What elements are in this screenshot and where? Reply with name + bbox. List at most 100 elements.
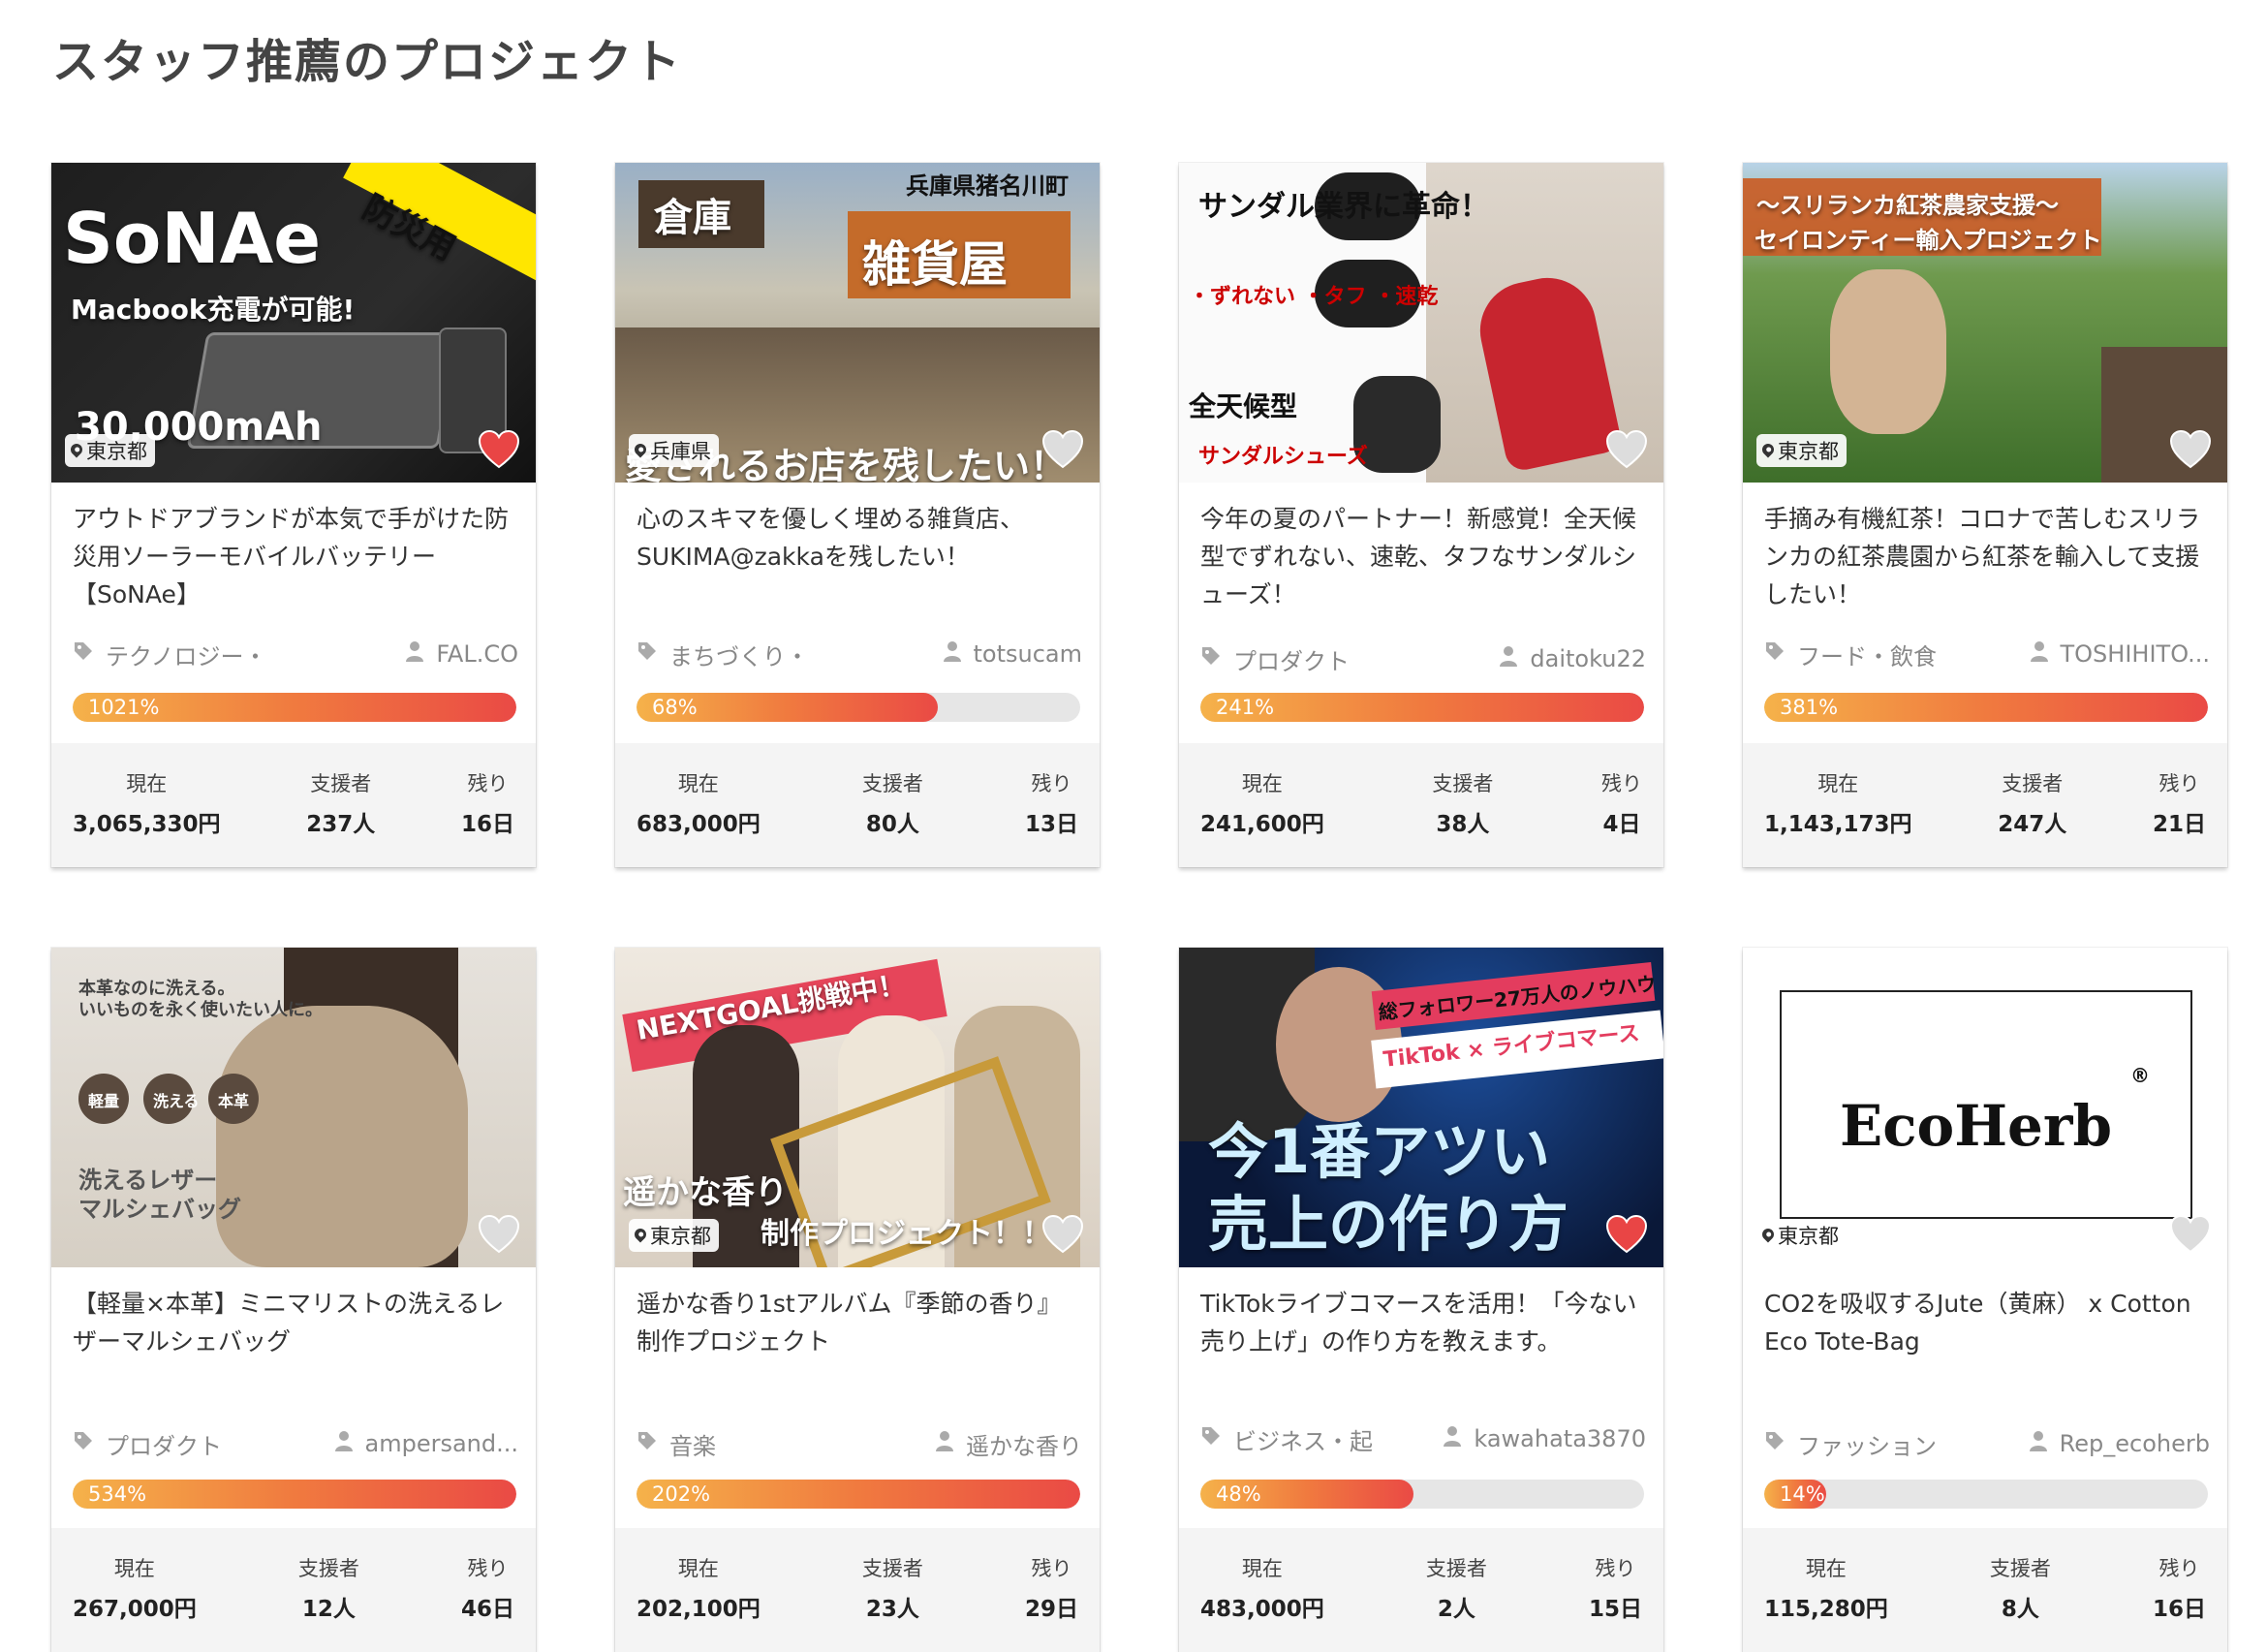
project-card[interactable]: 総フォロワー27万人のノウハウ TikTok × ライブコマース 今1番アツい 売上の… (1179, 948, 1663, 1652)
stat-value: 23人 (865, 1597, 919, 1622)
owner-link[interactable]: Rep_ecoherb (2029, 1430, 2210, 1457)
stat-value: 1,143,173円 (1764, 812, 1912, 837)
project-meta: まちづくり・ totsucam (637, 638, 1082, 671)
favorite-heart-icon[interactable] (1605, 1214, 1648, 1254)
tag-icon (73, 1430, 94, 1457)
stat-backers: 支援者 247人 (1998, 743, 2066, 867)
owner-link[interactable]: TOSHIHITO... (2030, 640, 2210, 668)
favorite-heart-icon[interactable] (478, 429, 520, 469)
project-title[interactable]: 心のスキマを優しく埋める雑貨店、SUKIMA@zakkaを残したい！ (637, 500, 1082, 576)
project-thumbnail[interactable]: SoNAe 防災用 Macbook充電が可能! 30,000mAh 東京都 (51, 163, 536, 483)
stat-backers: 支援者 12人 (298, 1528, 359, 1652)
project-thumbnail[interactable]: EcoHerb ® 東京都 (1743, 948, 2227, 1267)
project-thumbnail[interactable]: 〜スリランカ紅茶農家支援〜 セイロンティー輸入プロジェクト 東京都 (1743, 163, 2227, 483)
thumbnail-text: 売上の作り方 (1208, 1189, 1569, 1260)
funding-progress-bar: 68% (637, 693, 1080, 722)
owner-name: Rep_ecoherb (2059, 1430, 2210, 1457)
thumbnail-text: 遥かな香り (623, 1173, 788, 1212)
project-title[interactable]: 今年の夏のパートナー！新感覚！全天候型でずれない、速乾、タフなサンダルシューズ！ (1200, 500, 1646, 613)
stat-value: 3,065,330円 (73, 812, 221, 837)
project-title[interactable]: 【軽量×本革】ミニマリストの洗えるレザーマルシェバッグ (73, 1285, 518, 1360)
category-link[interactable]: フード・飲食 (1764, 638, 1937, 671)
thumbnail-text: マルシェバッグ (78, 1196, 241, 1223)
tag-icon (1764, 640, 1786, 668)
owner-link[interactable]: kawahata3870 (1443, 1425, 1646, 1452)
progress-percent: 14% (1780, 1482, 1825, 1506)
stat-remaining: 残り 16日 (2153, 1528, 2206, 1652)
category-label: ビジネス・起 (1233, 1427, 1373, 1455)
stat-backers: 支援者 38人 (1432, 743, 1493, 867)
project-title[interactable]: アウトドアブランドが本気で手がけた防災用ソーラーモバイルバッテリー【SoNAe】 (73, 500, 518, 613)
thumbnail-text: セイロンティー輸入プロジェクト (1755, 227, 2102, 254)
category-label: まちづくり・ (669, 642, 809, 670)
favorite-heart-icon[interactable] (478, 1214, 520, 1254)
project-meta: プロダクト ampersand... (73, 1427, 518, 1461)
location-label: 兵庫県 (650, 440, 711, 463)
project-title[interactable]: TikTokライブコマースを活用！「今ない売り上げ」の作り方を教えます。 (1200, 1285, 1646, 1360)
location-label: 東京都 (1778, 440, 1839, 463)
project-thumbnail[interactable]: 倉庫 雑貨屋 兵庫県猪名川町 愛されるお店を残したい！ 兵庫県 (615, 163, 1100, 483)
project-title[interactable]: 遥かな香り1stアルバム『季節の香り』制作プロジェクト (637, 1285, 1082, 1360)
project-card[interactable]: EcoHerb ® 東京都 CO2を吸収するJute（黄麻） x Cotton Eco… (1743, 948, 2227, 1652)
stat-label: 残り (467, 772, 509, 795)
location-label: 東京都 (650, 1225, 711, 1248)
project-stats: 現在 241,600円 支援者 38人 残り 4日 (1179, 743, 1663, 867)
funding-progress-bar: 534% (73, 1480, 516, 1509)
location-label: 東京都 (86, 440, 147, 463)
category-link[interactable]: ビジネス・起 (1200, 1422, 1373, 1456)
project-thumbnail[interactable]: 本革なのに洗える。 いいものを永く使いたい人に。 軽量 洗える 本革 洗えるレザー マルシェ… (51, 948, 536, 1267)
favorite-heart-icon[interactable] (2169, 429, 2212, 469)
owner-link[interactable]: 遥かな香り (935, 1427, 1082, 1461)
stat-label: 支援者 (1425, 1557, 1487, 1580)
project-thumbnail[interactable]: 総フォロワー27万人のノウハウ TikTok × ライブコマース 今1番アツい 売上の… (1179, 948, 1663, 1267)
thumbnail-text: 雑貨屋 (862, 236, 1008, 293)
project-title[interactable]: CO2を吸収するJute（黄麻） x Cotton Eco Tote-Bag (1764, 1285, 2210, 1360)
location-badge: 東京都 (1756, 1219, 1847, 1252)
project-card[interactable]: 〜スリランカ紅茶農家支援〜 セイロンティー輸入プロジェクト 東京都 手摘み有機紅茶！コ… (1743, 163, 2227, 867)
stat-value: 46日 (460, 1597, 514, 1622)
stat-value: 13日 (1024, 812, 1078, 837)
project-card[interactable]: NEXTGOAL挑戦中！ 遥かな香り 制作プロジェクト！！ 東京都遥かな香り1stアル… (615, 948, 1100, 1652)
project-stats: 現在 115,280円 支援者 8人 残り 16日 (1743, 1528, 2227, 1652)
thumbnail-text: 全天候型 (1189, 390, 1298, 422)
category-label: テクノロジー・ (106, 642, 267, 670)
user-icon (2030, 640, 2049, 668)
owner-link[interactable]: ampersand... (334, 1430, 518, 1457)
stat-label: 残り (1600, 772, 1642, 795)
stat-value: 2人 (1437, 1597, 1475, 1622)
stat-value: 202,100円 (637, 1597, 761, 1622)
stat-value: 80人 (865, 812, 919, 837)
stat-label: 残り (1595, 1557, 1636, 1580)
project-card[interactable]: 本革なのに洗える。 いいものを永く使いたい人に。 軽量 洗える 本革 洗えるレザー マルシェ… (51, 948, 536, 1652)
favorite-heart-icon[interactable] (1041, 1214, 1084, 1254)
favorite-heart-icon[interactable] (1041, 429, 1084, 469)
stat-label: 支援者 (1989, 1557, 2051, 1580)
owner-link[interactable]: totsucam (943, 640, 1082, 668)
tag-icon (73, 640, 94, 668)
progress-percent: 1021% (88, 696, 160, 719)
category-link[interactable]: ファッション (1764, 1427, 1937, 1461)
project-card[interactable]: サンダル業界に革命！ ・ずれない ・タフ ・速乾 全天候型 サンダルシューズ今年の夏の… (1179, 163, 1663, 867)
owner-link[interactable]: FAL.CO (405, 640, 518, 668)
project-card[interactable]: 倉庫 雑貨屋 兵庫県猪名川町 愛されるお店を残したい！ 兵庫県 心のスキマを優しく埋める雑… (615, 163, 1100, 867)
favorite-heart-icon[interactable] (2169, 1214, 2212, 1254)
category-link[interactable]: プロダクト (73, 1427, 222, 1461)
project-thumbnail[interactable]: NEXTGOAL挑戦中！ 遥かな香り 制作プロジェクト！！ 東京都 (615, 948, 1100, 1267)
user-icon (943, 640, 962, 668)
category-link[interactable]: まちづくり・ (637, 638, 809, 671)
category-link[interactable]: 音楽 (637, 1427, 716, 1461)
project-card[interactable]: SoNAe 防災用 Macbook充電が可能! 30,000mAh 東京都アウトドアブラ… (51, 163, 536, 867)
category-link[interactable]: プロダクト (1200, 642, 1350, 676)
stat-backers: 支援者 23人 (862, 1528, 923, 1652)
owner-link[interactable]: daitoku22 (1499, 645, 1646, 672)
stat-label: 支援者 (297, 1557, 359, 1580)
thumbnail-text: 洗える (153, 1092, 200, 1110)
stat-value: 115,280円 (1764, 1597, 1888, 1622)
tag-icon (637, 640, 658, 668)
category-link[interactable]: テクノロジー・ (73, 638, 267, 671)
project-title[interactable]: 手摘み有機紅茶！コロナで苦しむスリランカの紅茶農園から紅茶を輸入して支援したい！ (1764, 500, 2210, 613)
favorite-heart-icon[interactable] (1605, 429, 1648, 469)
map-pin-icon (632, 1226, 649, 1243)
project-thumbnail[interactable]: サンダル業界に革命！ ・ずれない ・タフ ・速乾 全天候型 サンダルシューズ (1179, 163, 1663, 483)
stat-label: 現在 (126, 772, 168, 795)
